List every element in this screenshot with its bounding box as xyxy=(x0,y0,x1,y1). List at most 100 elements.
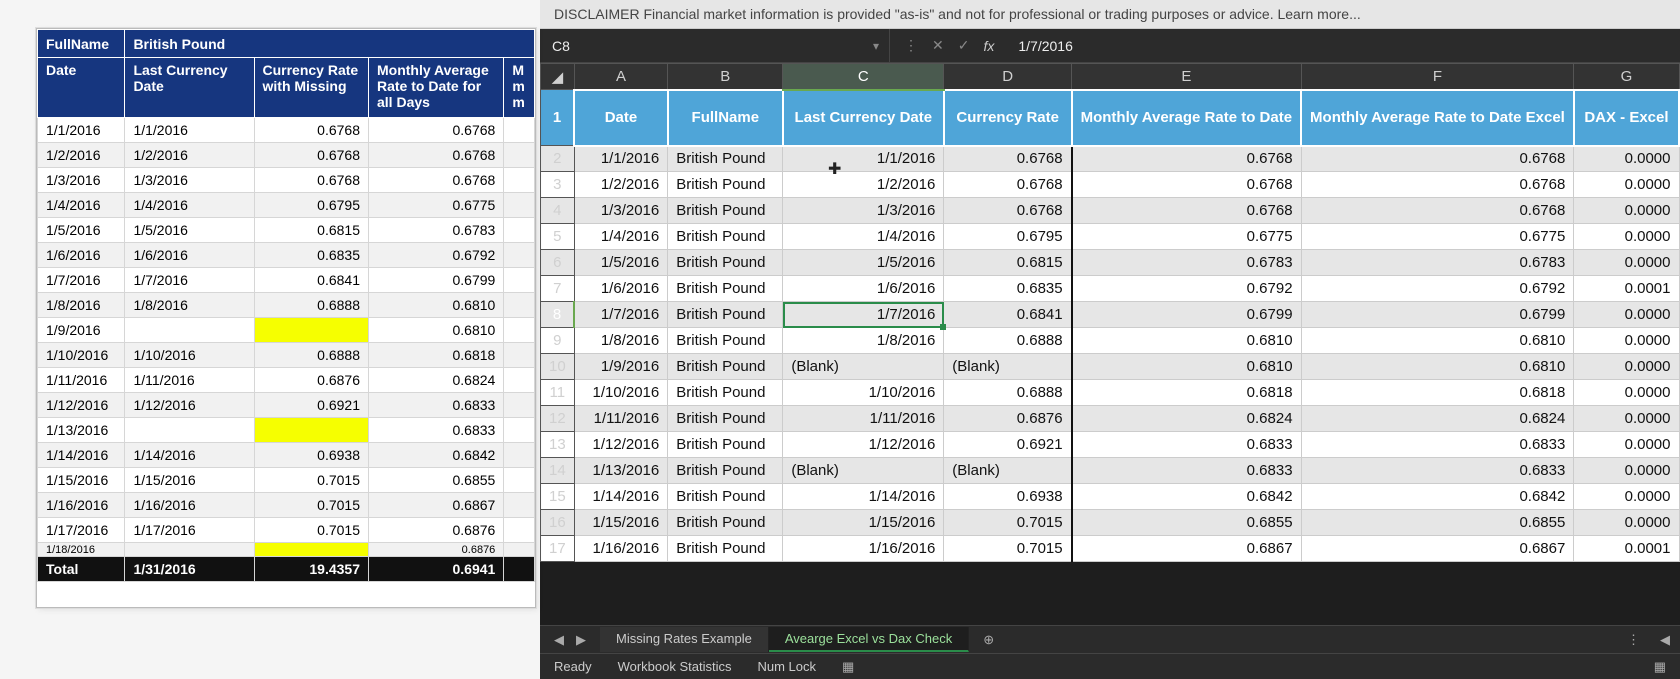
row-header[interactable]: 4 xyxy=(541,198,575,224)
spreadsheet-grid[interactable]: ◢ A B C D E F G 1 Date FullName Last Cur… xyxy=(540,63,1680,562)
cell-mavg-excel[interactable]: 0.6833 xyxy=(1301,458,1574,484)
pivot-lcd[interactable]: 1/7/2016 xyxy=(125,268,254,293)
pivot-mavg[interactable]: 0.6818 xyxy=(369,343,504,368)
pivot-rate[interactable]: 0.6768 xyxy=(254,168,369,193)
row-header[interactable]: 16 xyxy=(541,510,575,536)
cell-dax-excel[interactable]: 0.0000 xyxy=(1574,146,1679,172)
cell-date[interactable]: 1/11/2016 xyxy=(574,406,668,432)
cell-dax-excel[interactable]: 0.0000 xyxy=(1574,380,1679,406)
pivot-date[interactable]: 1/11/2016 xyxy=(38,368,125,393)
pivot-mavg[interactable]: 0.6855 xyxy=(369,468,504,493)
cell-mavg[interactable]: 0.6783 xyxy=(1072,250,1301,276)
pivot-lcd[interactable] xyxy=(125,318,254,343)
pivot-lcd[interactable] xyxy=(125,543,254,557)
cell-date[interactable]: 1/2/2016 xyxy=(574,172,668,198)
pivot-lcd[interactable]: 1/12/2016 xyxy=(125,393,254,418)
cell-rate[interactable]: 0.7015 xyxy=(944,510,1072,536)
cell-rate[interactable]: 0.6888 xyxy=(944,380,1072,406)
pivot-visual[interactable]: FullName British Pound Date Last Currenc… xyxy=(36,28,536,608)
pivot-lcd[interactable]: 1/1/2016 xyxy=(125,118,254,143)
cell-mavg[interactable]: 0.6775 xyxy=(1072,224,1301,250)
cell-name[interactable]: British Pound xyxy=(668,536,783,562)
cell-name[interactable]: British Pound xyxy=(668,406,783,432)
col-G[interactable]: G xyxy=(1574,64,1679,90)
pivot-mavg[interactable]: 0.6792 xyxy=(369,243,504,268)
pivot-rate[interactable] xyxy=(254,318,369,343)
cell-mavg-excel[interactable]: 0.6824 xyxy=(1301,406,1574,432)
col-F[interactable]: F xyxy=(1301,64,1574,90)
cell-mavg[interactable]: 0.6818 xyxy=(1072,380,1301,406)
cell-name[interactable]: British Pound xyxy=(668,354,783,380)
pivot-date[interactable]: 1/10/2016 xyxy=(38,343,125,368)
cell-rate[interactable]: 0.6835 xyxy=(944,276,1072,302)
pivot-date[interactable]: 1/6/2016 xyxy=(38,243,125,268)
cell-mavg[interactable]: 0.6768 xyxy=(1072,172,1301,198)
pivot-lcd[interactable]: 1/8/2016 xyxy=(125,293,254,318)
cell-name[interactable]: British Pound xyxy=(668,432,783,458)
cell-lcd[interactable]: 1/10/2016 xyxy=(783,380,944,406)
cell-rate[interactable]: 0.6938 xyxy=(944,484,1072,510)
row-header[interactable]: 11 xyxy=(541,380,575,406)
sheet-tab[interactable]: Missing Rates Example xyxy=(600,627,769,652)
pivot-mavg[interactable]: 0.6810 xyxy=(369,293,504,318)
cell-lcd[interactable]: (Blank) xyxy=(783,354,944,380)
pivot-date[interactable]: 1/12/2016 xyxy=(38,393,125,418)
cell-dax-excel[interactable]: 0.0000 xyxy=(1574,354,1679,380)
row-header-1[interactable]: 1 xyxy=(541,90,575,146)
cell-date[interactable]: 1/14/2016 xyxy=(574,484,668,510)
cell-mavg[interactable]: 0.6799 xyxy=(1072,302,1301,328)
cell-dax-excel[interactable]: 0.0001 xyxy=(1574,536,1679,562)
cell-lcd[interactable]: 1/4/2016 xyxy=(783,224,944,250)
cell-dax-excel[interactable]: 0.0000 xyxy=(1574,458,1679,484)
pivot-rate[interactable]: 0.7015 xyxy=(254,493,369,518)
cell-mavg-excel[interactable]: 0.6799 xyxy=(1301,302,1574,328)
cell-mavg-excel[interactable]: 0.6783 xyxy=(1301,250,1574,276)
cell-name[interactable]: British Pound xyxy=(668,224,783,250)
pivot-date[interactable]: 1/3/2016 xyxy=(38,168,125,193)
view-normal-icon[interactable]: ▦ xyxy=(1654,659,1666,675)
cell-mavg[interactable]: 0.6833 xyxy=(1072,458,1301,484)
pivot-mavg[interactable]: 0.6876 xyxy=(369,543,504,557)
cell-rate[interactable]: 0.6768 xyxy=(944,172,1072,198)
pivot-lcd[interactable]: 1/6/2016 xyxy=(125,243,254,268)
cell-mavg-excel[interactable]: 0.6833 xyxy=(1301,432,1574,458)
cell-mavg[interactable]: 0.6842 xyxy=(1072,484,1301,510)
pivot-date[interactable]: 1/17/2016 xyxy=(38,518,125,543)
cell-mavg-excel[interactable]: 0.6775 xyxy=(1301,224,1574,250)
cell-name[interactable]: British Pound xyxy=(668,276,783,302)
cell-date[interactable]: 1/1/2016 xyxy=(574,146,668,172)
cell-mavg[interactable]: 0.6867 xyxy=(1072,536,1301,562)
cell-dax-excel[interactable]: 0.0000 xyxy=(1574,172,1679,198)
cell-date[interactable]: 1/10/2016 xyxy=(574,380,668,406)
pivot-lcd[interactable]: 1/10/2016 xyxy=(125,343,254,368)
cell-lcd[interactable]: 1/3/2016 xyxy=(783,198,944,224)
pivot-mavg[interactable]: 0.6842 xyxy=(369,443,504,468)
cell-date[interactable]: 1/13/2016 xyxy=(574,458,668,484)
row-header[interactable]: 9 xyxy=(541,328,575,354)
sheet-prev-icon[interactable]: ◀ xyxy=(554,632,564,648)
cell-date[interactable]: 1/9/2016 xyxy=(574,354,668,380)
cell-mavg[interactable]: 0.6810 xyxy=(1072,328,1301,354)
pivot-date[interactable]: 1/5/2016 xyxy=(38,218,125,243)
cell-date[interactable]: 1/5/2016 xyxy=(574,250,668,276)
pivot-rate[interactable]: 0.6835 xyxy=(254,243,369,268)
cell-dax-excel[interactable]: 0.0000 xyxy=(1574,510,1679,536)
pivot-date[interactable]: 1/2/2016 xyxy=(38,143,125,168)
cell-mavg[interactable]: 0.6824 xyxy=(1072,406,1301,432)
cell-name[interactable]: British Pound xyxy=(668,250,783,276)
hscroll-left-icon[interactable]: ◀ xyxy=(1650,632,1680,648)
pivot-mavg[interactable]: 0.6783 xyxy=(369,218,504,243)
col-E[interactable]: E xyxy=(1072,64,1301,90)
pivot-mavg[interactable]: 0.6867 xyxy=(369,493,504,518)
cell-dax-excel[interactable]: 0.0000 xyxy=(1574,198,1679,224)
sheet-next-icon[interactable]: ▶ xyxy=(576,632,586,648)
cell-date[interactable]: 1/6/2016 xyxy=(574,276,668,302)
cell-dax-excel[interactable]: 0.0000 xyxy=(1574,484,1679,510)
col-A[interactable]: A xyxy=(574,64,668,90)
pivot-date[interactable]: 1/4/2016 xyxy=(38,193,125,218)
pivot-lcd[interactable]: 1/3/2016 xyxy=(125,168,254,193)
cell-rate[interactable]: (Blank) xyxy=(944,354,1072,380)
cell-mavg[interactable]: 0.6833 xyxy=(1072,432,1301,458)
row-header[interactable]: 13 xyxy=(541,432,575,458)
cell-rate[interactable]: 0.6795 xyxy=(944,224,1072,250)
